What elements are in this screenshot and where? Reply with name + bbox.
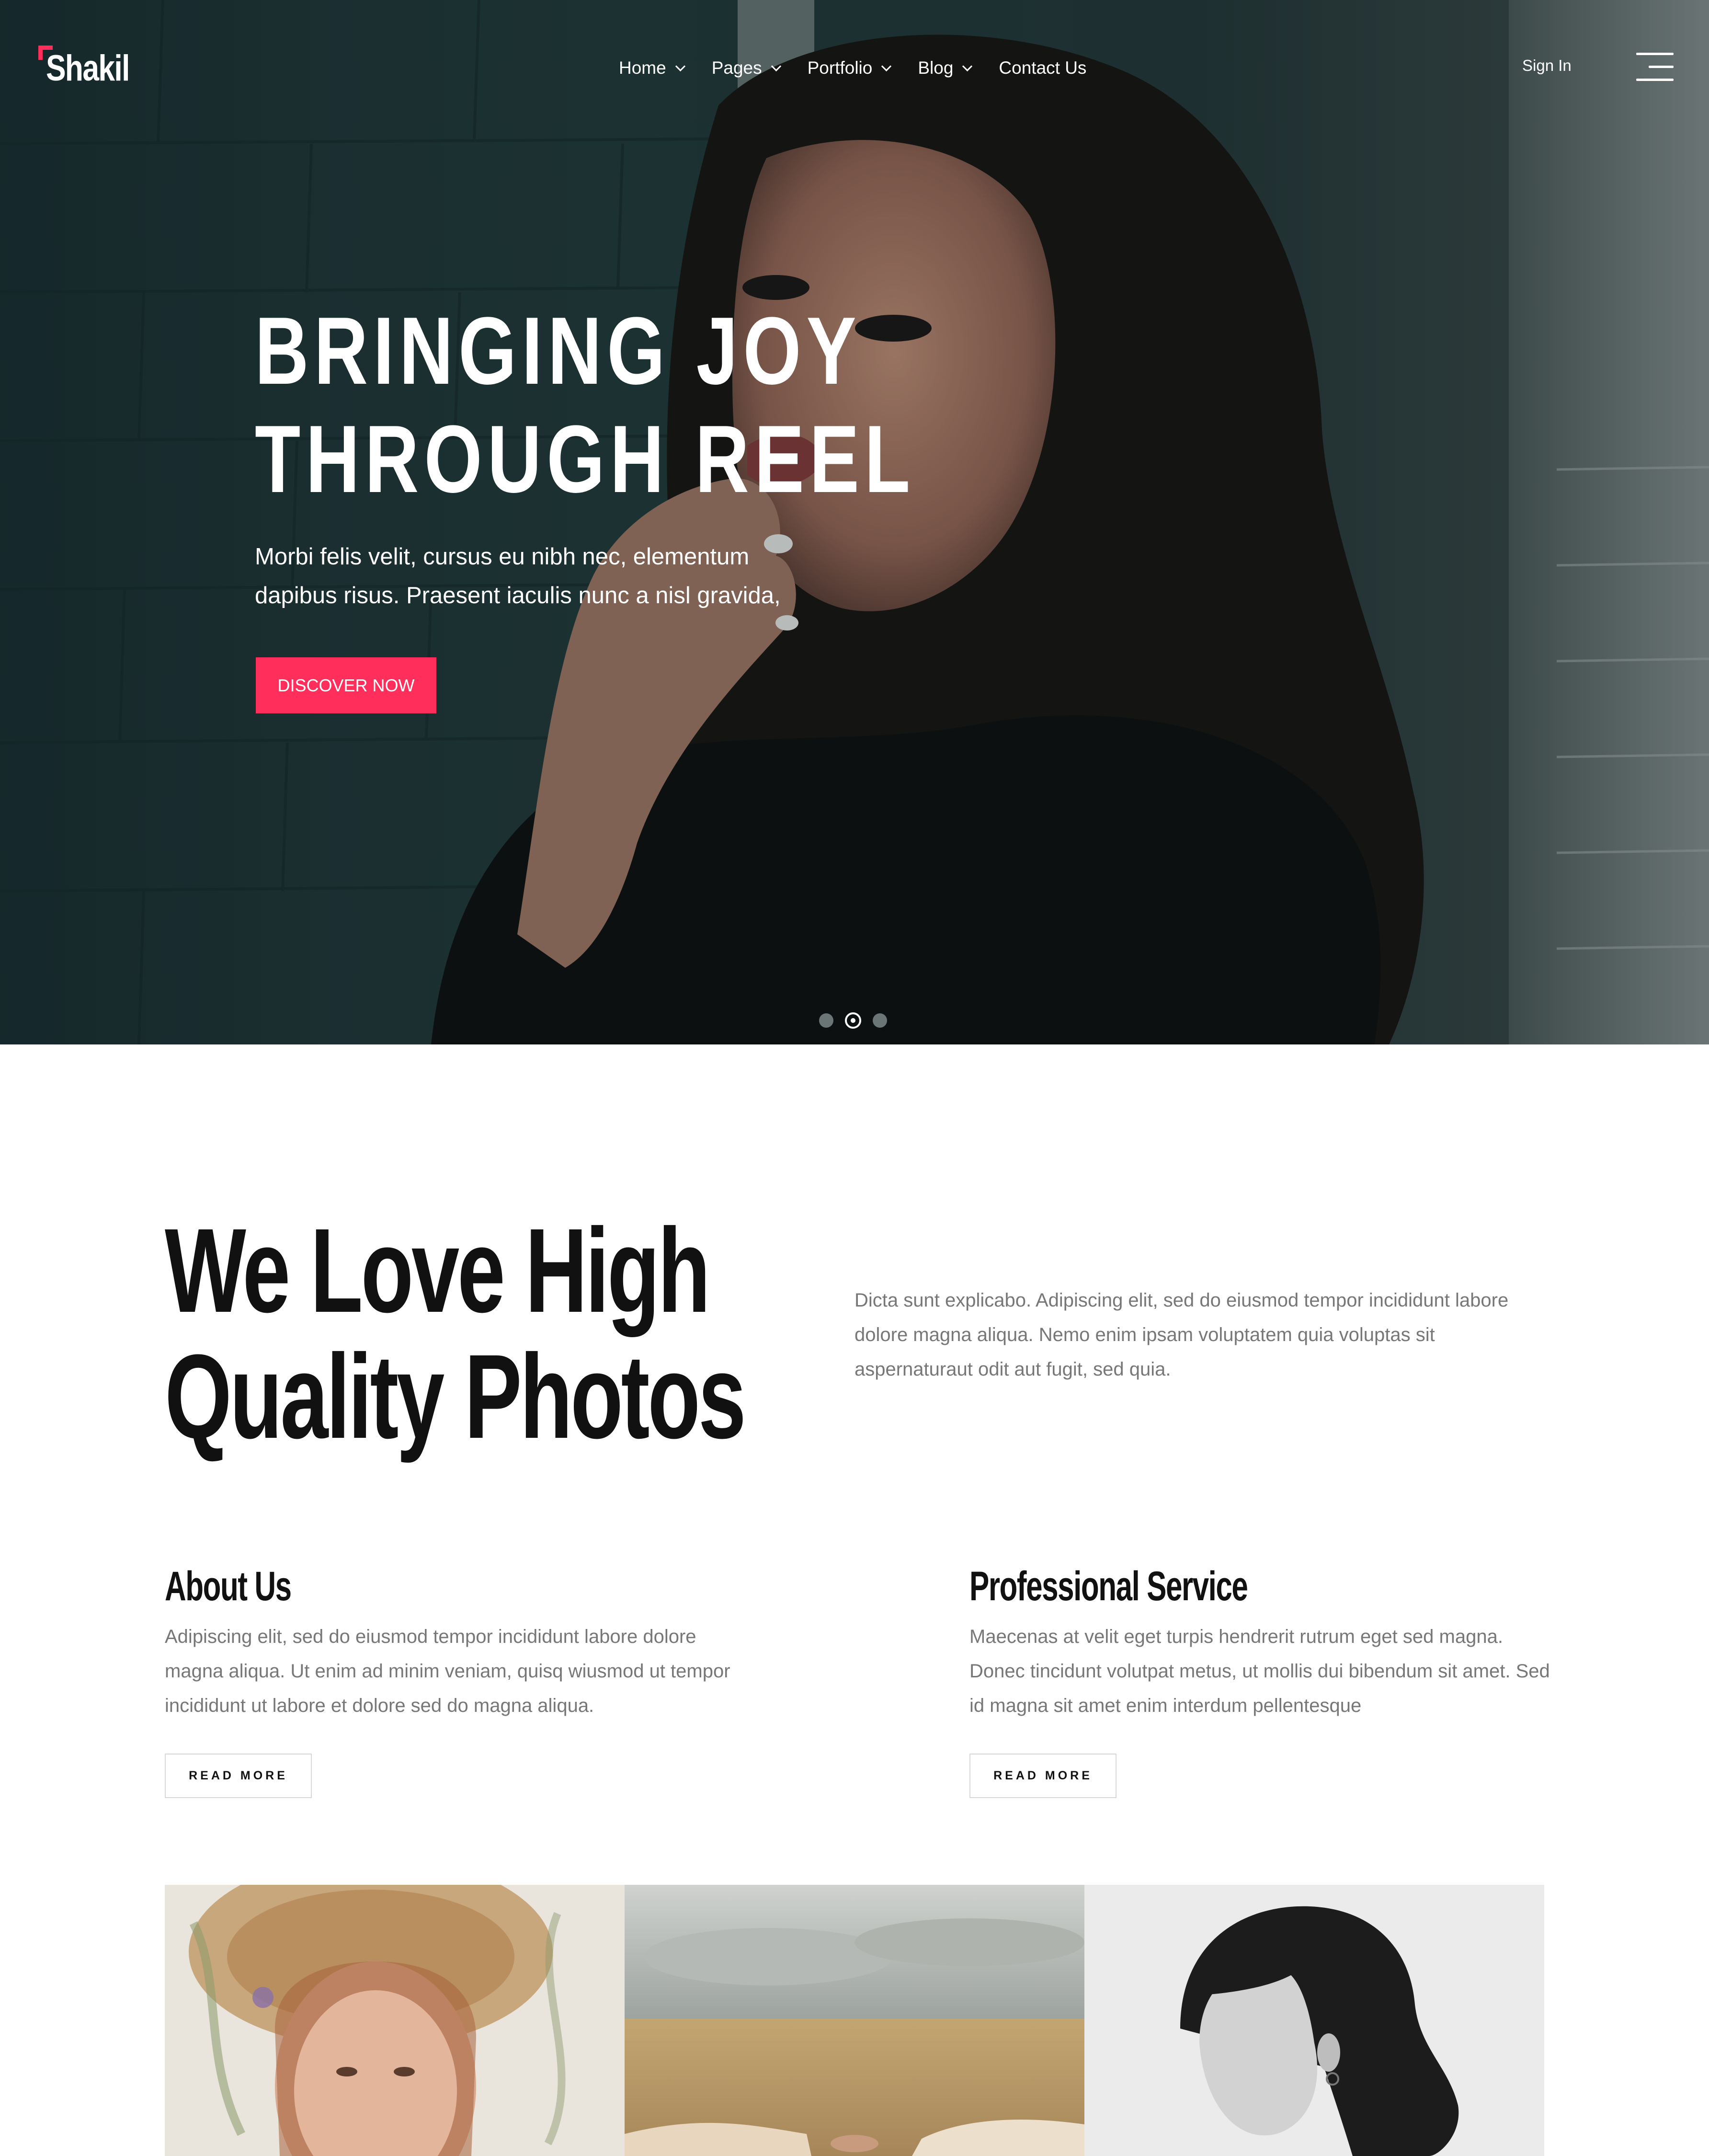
nav-item-label: Contact Us	[999, 58, 1087, 78]
intro-text: Dicta sunt explicabo. Adipiscing elit, s…	[854, 1290, 1509, 1380]
wheat-field-image	[625, 1885, 1084, 2156]
hero-background-image	[0, 0, 1709, 1044]
nav-item-label: Portfolio	[807, 58, 873, 78]
nav-item-label: Blog	[918, 58, 954, 78]
card-text: Adipiscing elit, sed do eiusmod tempor i…	[165, 1626, 730, 1716]
nav-item-label: Home	[619, 58, 666, 78]
nav-item-portfolio[interactable]: Portfolio	[807, 54, 892, 82]
brand-logo[interactable]: Shakil	[38, 46, 134, 89]
woman-straw-hat-image	[165, 1885, 625, 2156]
photo-gallery	[165, 1885, 1544, 2156]
professional-service-card: Professional Service Maecenas at velit e…	[969, 1563, 1559, 1798]
chevron-down-icon	[675, 61, 685, 71]
hero-slider: Shakil Home Pages Portfolio Blog Contact…	[0, 0, 1709, 1044]
slider-dot-3[interactable]	[873, 1013, 887, 1028]
slider-dot-2-active[interactable]	[845, 1012, 861, 1029]
card-text: Maecenas at velit eget turpis hendrerit …	[969, 1626, 1550, 1716]
card-title: About Us	[165, 1563, 292, 1609]
nav-item-contact[interactable]: Contact Us	[999, 54, 1086, 82]
intro-heading: We Love High Quality Photos	[165, 1204, 746, 1463]
intro-heading-line-1: We Love High	[165, 1204, 710, 1337]
slider-pagination	[819, 1009, 891, 1029]
read-more-button[interactable]: READ MORE	[969, 1754, 1117, 1798]
card-title: Professional Service	[969, 1563, 1248, 1609]
slider-dot-1[interactable]	[819, 1013, 833, 1028]
chevron-down-icon	[881, 61, 892, 71]
hero-subtitle-line-1: Morbi felis velit, cursus eu nibh nec, e…	[255, 544, 750, 570]
discover-now-button[interactable]: DISCOVER NOW	[256, 657, 436, 713]
woman-profile-bw-photo[interactable]	[1084, 1885, 1544, 2156]
chevron-down-icon	[962, 61, 973, 71]
about-us-card: About Us Adipiscing elit, sed do eiusmod…	[165, 1563, 754, 1798]
nav-item-home[interactable]: Home	[619, 54, 685, 82]
woman-straw-hat-photo[interactable]	[165, 1885, 625, 2156]
nav-item-blog[interactable]: Blog	[918, 54, 973, 82]
nav-item-pages[interactable]: Pages	[711, 54, 781, 82]
hamburger-menu-icon[interactable]	[1636, 53, 1674, 81]
hero-subtitle-line-2: dapibus risus. Praesent iaculis nunc a n…	[255, 583, 781, 608]
sign-in-link[interactable]: Sign In	[1522, 57, 1572, 75]
hero-title-line-2: THROUGH REEL	[255, 406, 916, 513]
read-more-button[interactable]: READ MORE	[165, 1754, 312, 1798]
brand-name: Shakil	[46, 48, 130, 89]
hero-title-line-1: BRINGING JOY	[255, 298, 862, 404]
hero-title: BRINGING JOY THROUGH REEL	[255, 297, 916, 514]
woman-profile-image	[1084, 1885, 1544, 2156]
chevron-down-icon	[771, 61, 781, 71]
intro-heading-line-2: Quality Photos	[165, 1330, 746, 1463]
main-nav: Home Pages Portfolio Blog Contact Us	[619, 54, 1114, 82]
nav-item-label: Pages	[711, 58, 762, 78]
wheat-field-photo[interactable]	[625, 1885, 1084, 2156]
hero-subtitle: Morbi felis velit, cursus eu nibh nec, e…	[255, 538, 820, 615]
